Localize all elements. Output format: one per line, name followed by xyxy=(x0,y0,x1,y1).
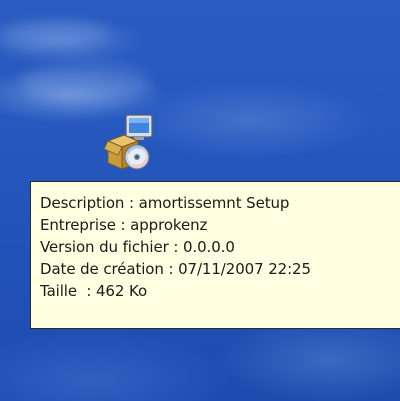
desktop-background: Description : amortissemnt Setup Entrepr… xyxy=(0,0,400,401)
tooltip-value: 0.0.0.0 xyxy=(183,238,235,256)
tooltip-description: Description : amortissemnt Setup xyxy=(40,192,400,214)
tooltip-value: approkenz xyxy=(130,216,208,234)
tooltip-value: 07/11/2007 22:25 xyxy=(178,260,311,278)
tooltip-separator: : xyxy=(77,282,96,300)
tooltip-label: Entreprise xyxy=(40,216,116,234)
tooltip-label: Taille xyxy=(40,282,78,300)
file-info-tooltip: Description : amortissemnt Setup Entrepr… xyxy=(30,181,400,329)
wallpaper-cloud xyxy=(0,20,110,50)
tooltip-size: Taille : 462 Ko xyxy=(40,280,400,302)
tooltip-separator: : xyxy=(124,194,139,212)
tooltip-separator: : xyxy=(163,260,179,278)
tooltip-label: Description xyxy=(40,194,125,212)
tooltip-separator: : xyxy=(168,238,183,256)
tooltip-value: amortissemnt Setup xyxy=(138,194,290,212)
tooltip-label: Version du fichier xyxy=(40,238,169,256)
wallpaper-cloud xyxy=(20,60,150,105)
setup-icon-graphic xyxy=(103,114,153,170)
tooltip-value: 462 Ko xyxy=(95,282,148,300)
tooltip-label: Date de création xyxy=(40,260,164,278)
tooltip-separator: : xyxy=(115,216,131,234)
installer-setup-icon[interactable] xyxy=(103,113,156,173)
tooltip-version: Version du fichier : 0.0.0.0 xyxy=(40,236,400,258)
tooltip-date-created: Date de création : 07/11/2007 22:25 xyxy=(40,258,400,280)
tooltip-company: Entreprise : approkenz xyxy=(40,214,400,236)
